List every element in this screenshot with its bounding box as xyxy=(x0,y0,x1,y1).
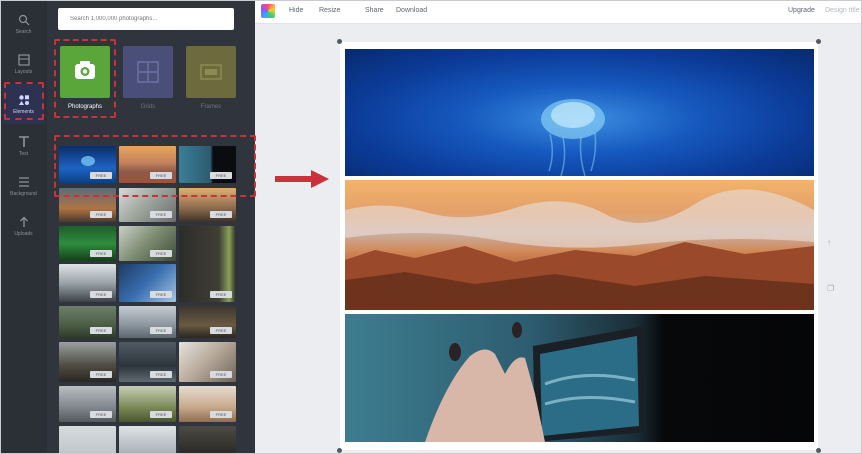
photo-thumbnail[interactable]: FREE xyxy=(179,342,236,382)
rail-item-search[interactable]: Search xyxy=(3,4,44,44)
page-up-icon[interactable]: ↑ xyxy=(827,238,833,247)
rail-item-label: Uploads xyxy=(14,230,33,237)
free-badge: FREE xyxy=(150,327,172,334)
rail-item-text[interactable]: Text xyxy=(3,126,44,166)
resize-handle[interactable] xyxy=(337,448,342,453)
photo-thumbnail[interactable]: FREE xyxy=(59,306,116,338)
editor-area: Hide Resize Share Download Upgrade Desig… xyxy=(255,0,862,454)
photo-thumbnail[interactable]: FREE xyxy=(179,226,236,302)
menu-resize[interactable]: Resize xyxy=(319,7,340,14)
mountain-illustration xyxy=(345,189,814,310)
search-icon xyxy=(18,14,29,25)
photo-thumbnail[interactable]: FREE xyxy=(119,342,176,382)
photo-thumbnail[interactable]: FREE xyxy=(119,386,176,422)
rail-item-uploads[interactable]: Uploads xyxy=(3,206,44,246)
resize-handle[interactable] xyxy=(337,39,342,44)
rail-item-label: Layouts xyxy=(14,68,33,75)
photo-thumbnail[interactable]: FREE xyxy=(119,306,176,338)
layouts-icon xyxy=(17,53,30,66)
free-badge: FREE xyxy=(90,411,112,418)
resize-handle[interactable] xyxy=(816,39,821,44)
photo-thumbnail[interactable]: FREE xyxy=(59,342,116,382)
photo-thumbnail[interactable]: FREE xyxy=(59,226,116,261)
top-bar: Hide Resize Share Download Upgrade Desig… xyxy=(255,0,862,24)
photo-thumbnail[interactable] xyxy=(59,426,116,454)
uploads-icon xyxy=(19,216,28,227)
free-badge: FREE xyxy=(90,250,112,257)
phone-hand-illustration xyxy=(425,322,647,442)
free-badge: FREE xyxy=(150,250,172,257)
free-badge: FREE xyxy=(150,411,172,418)
folder-grids[interactable] xyxy=(123,46,173,98)
free-badge: FREE xyxy=(90,211,112,218)
highlight-elements-tab xyxy=(4,82,44,120)
rail-item-layouts[interactable]: Layouts xyxy=(3,44,44,84)
menu-download[interactable]: Download xyxy=(396,7,427,14)
rail-item-background[interactable]: Background xyxy=(3,166,44,206)
search-input[interactable] xyxy=(58,8,234,30)
free-badge: FREE xyxy=(90,327,112,334)
free-badge: FREE xyxy=(210,411,232,418)
photo-thumbnail[interactable]: FREE xyxy=(59,264,116,302)
app-logo[interactable] xyxy=(261,4,275,18)
photo-thumbnail[interactable]: FREE xyxy=(179,386,236,422)
background-icon xyxy=(18,176,29,187)
rail-item-label: Search xyxy=(15,28,32,35)
folder-frames[interactable] xyxy=(186,46,236,98)
photo-thumbnail[interactable]: FREE xyxy=(179,306,236,338)
free-badge: FREE xyxy=(210,291,232,298)
folder-label: Frames xyxy=(200,104,222,110)
resize-handle[interactable] xyxy=(816,448,821,453)
phone-hand-image[interactable] xyxy=(345,314,814,442)
rail-item-label: Background xyxy=(10,190,37,197)
jellyfish-image[interactable] xyxy=(345,49,814,176)
folder-label: Grids xyxy=(140,104,156,110)
grid-icon xyxy=(137,61,159,83)
app-window: Search Layouts Elements Text Background … xyxy=(0,0,862,454)
arrow-right-icon xyxy=(275,170,329,188)
side-rail: Search Layouts Elements Text Background … xyxy=(0,0,47,454)
free-badge: FREE xyxy=(90,291,112,298)
free-badge: FREE xyxy=(210,327,232,334)
photo-thumbnail[interactable]: FREE xyxy=(119,264,176,302)
free-badge: FREE xyxy=(150,371,172,378)
text-icon xyxy=(18,135,29,147)
photo-thumbnail[interactable] xyxy=(119,426,176,454)
frame-icon xyxy=(200,64,222,80)
free-badge: FREE xyxy=(210,211,232,218)
design-page[interactable] xyxy=(337,39,821,453)
free-badge: FREE xyxy=(90,371,112,378)
rail-item-label: Text xyxy=(18,150,29,157)
highlight-selected-photos xyxy=(54,135,256,197)
photo-thumbnail[interactable]: FREE xyxy=(59,386,116,422)
design-title[interactable]: Design title xyxy=(825,7,860,14)
photo-thumbnail[interactable]: FREE xyxy=(119,226,176,261)
mountain-image[interactable] xyxy=(345,180,814,310)
free-badge: FREE xyxy=(150,211,172,218)
copy-page-icon[interactable]: ❐ xyxy=(827,284,834,293)
upgrade-link[interactable]: Upgrade xyxy=(788,7,815,14)
free-badge: FREE xyxy=(150,291,172,298)
menu-hide[interactable]: Hide xyxy=(289,7,303,14)
photo-thumbnail[interactable] xyxy=(179,426,236,454)
highlight-photographs-folder xyxy=(54,39,116,118)
menu-share[interactable]: Share xyxy=(365,7,384,14)
jellyfish-illustration xyxy=(541,99,605,176)
free-badge: FREE xyxy=(210,371,232,378)
